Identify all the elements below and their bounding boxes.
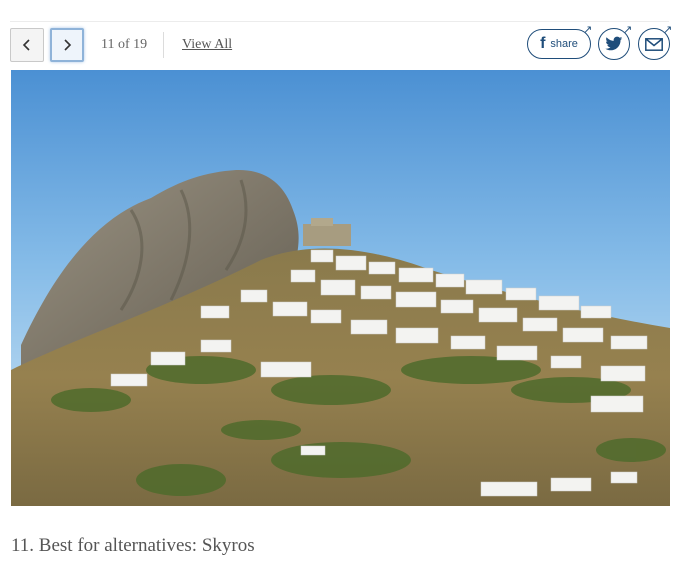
chevron-right-icon: [64, 39, 72, 51]
email-icon: [645, 37, 663, 51]
facebook-icon: f: [540, 35, 546, 52]
share-label: share: [550, 38, 578, 50]
top-divider: [10, 21, 669, 22]
external-link-icon: ↗: [663, 23, 673, 36]
toolbar-divider: [163, 32, 164, 58]
skyros-hillside-illustration: [11, 70, 670, 506]
slide-counter: 11 of 19: [101, 37, 148, 52]
next-slide-button[interactable]: [50, 28, 84, 62]
external-link-icon: ↗: [623, 23, 633, 36]
view-all-link[interactable]: View All: [182, 37, 232, 53]
chevron-left-icon: [22, 39, 30, 51]
slide-caption: 11. Best for alternatives: Skyros: [11, 535, 255, 556]
slide-photo: [11, 70, 670, 506]
twitter-icon: [605, 36, 623, 51]
facebook-share-button[interactable]: f share: [527, 29, 591, 59]
external-link-icon: ↗: [583, 23, 593, 36]
previous-slide-button[interactable]: [10, 28, 44, 62]
